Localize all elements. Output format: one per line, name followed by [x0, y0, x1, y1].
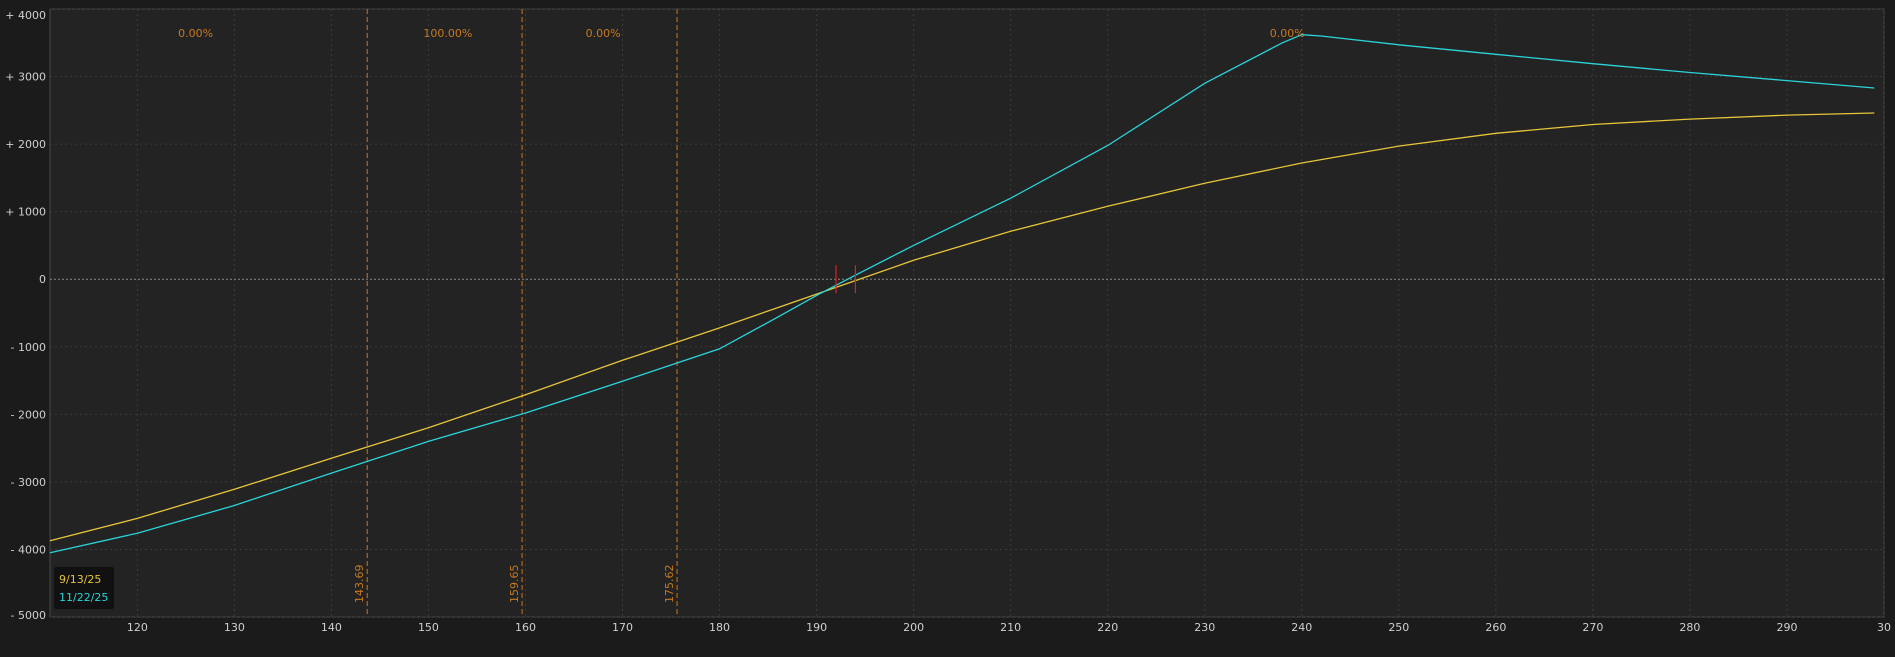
x-tick-label: 30 [1877, 621, 1891, 634]
zone-label: 100.00% [423, 27, 472, 40]
y-tick-label: + 4000 [5, 9, 46, 22]
y-tick-label: 0 [39, 273, 46, 286]
x-tick-label: 150 [418, 621, 439, 634]
plot-background [49, 8, 1885, 618]
price-line-label: 175.62 [663, 565, 676, 604]
x-tick-label: 210 [1000, 621, 1021, 634]
x-tick-label: 130 [224, 621, 245, 634]
risk-profile-chart: 143.69 159.65 175.62 0.00% 100.00% 0.00% 0.00… [0, 0, 1895, 653]
x-tick-label: 180 [709, 621, 730, 634]
zone-label: 0.00% [1270, 27, 1305, 40]
y-tick-label: + 2000 [5, 138, 46, 151]
x-axis: 120 130 140 150 160 170 180 190 200 210 220 230 240 2… [127, 621, 1891, 634]
x-tick-label: 120 [127, 621, 148, 634]
x-tick-label: 190 [806, 621, 827, 634]
y-tick-label: + 1000 [5, 206, 46, 219]
x-tick-label: 160 [515, 621, 536, 634]
zone-label: 0.00% [586, 27, 621, 40]
x-tick-label: 200 [903, 621, 924, 634]
price-line-label: 159.65 [508, 565, 521, 604]
y-tick-label: - 3000 [11, 476, 46, 489]
x-tick-label: 290 [1776, 621, 1797, 634]
x-tick-label: 140 [321, 621, 342, 634]
x-tick-label: 260 [1485, 621, 1506, 634]
x-tick-label: 220 [1097, 621, 1118, 634]
y-tick-label: - 4000 [11, 543, 46, 556]
legend-entry-1: 9/13/25 [59, 573, 101, 586]
x-tick-label: 230 [1194, 621, 1215, 634]
y-axis: + 4000 + 3000 + 2000 + 1000 0 - 1000 - 2000 - 3… [5, 9, 46, 622]
x-tick-label: 240 [1291, 621, 1312, 634]
x-tick-label: 250 [1388, 621, 1409, 634]
legend-entry-2: 11/22/25 [59, 591, 108, 604]
x-tick-label: 270 [1582, 621, 1603, 634]
x-tick-label: 280 [1679, 621, 1700, 634]
legend: 9/13/25 11/22/25 [54, 567, 114, 609]
x-tick-label: 170 [612, 621, 633, 634]
zone-label: 0.00% [178, 27, 213, 40]
y-tick-label: - 2000 [11, 408, 46, 421]
y-tick-label: - 1000 [11, 341, 46, 354]
price-line-label: 143.69 [353, 565, 366, 604]
y-tick-label: + 3000 [5, 71, 46, 84]
chart-svg: 143.69 159.65 175.62 0.00% 100.00% 0.00% 0.00… [5, 8, 1891, 634]
y-tick-label: - 5000 [11, 609, 46, 622]
